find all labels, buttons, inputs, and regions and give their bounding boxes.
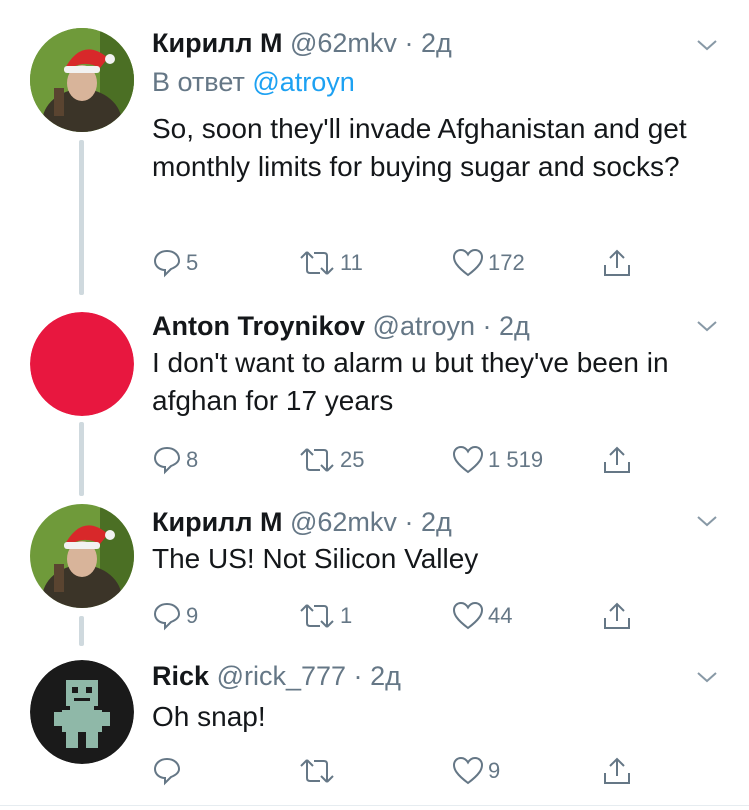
chevron-down-icon[interactable] [695,665,719,689]
retweet-button[interactable]: 11 [298,246,363,280]
share-icon [604,446,630,473]
timestamp[interactable]: 2д [421,507,452,537]
chevron-down-icon[interactable] [695,33,719,57]
chevron-down-icon[interactable] [695,509,719,533]
display-name[interactable]: Кирилл М [152,28,282,58]
like-count: 172 [488,250,525,275]
reply-mention-link[interactable]: @atroyn [252,67,354,97]
user-handle[interactable]: @62mkv [290,28,397,58]
like-button[interactable]: 172 [452,246,525,280]
timestamp[interactable]: 2д [499,311,530,341]
display-name[interactable]: Кирилл М [152,507,282,537]
retweet-icon [300,604,334,628]
retweet-count: 1 [340,603,353,628]
separator-dot: · [353,661,363,691]
tweet-header: Кирилл М @62mkv · 2д [152,27,452,59]
like-button[interactable]: 1 519 [452,443,543,477]
tweet-header: Rick @rick_777 · 2д [152,660,401,692]
retweet-button[interactable]: 1 [298,599,352,633]
heart-icon [452,756,484,785]
bottom-divider [0,805,749,806]
timestamp[interactable]: 2д [421,28,452,58]
reply-button[interactable]: 9 [152,599,198,633]
tweet-actions: 8 25 1 519 [152,443,652,477]
heart-icon [452,601,484,630]
timestamp[interactable]: 2д [370,661,401,691]
tweet[interactable]: Rick @rick_777 · 2д Oh snap! 9 [0,650,749,805]
tweet[interactable]: Кирилл М @62mkv · 2д The US! Not Silicon… [0,496,749,650]
thread-line [79,422,84,496]
thread-line [79,616,84,646]
tweet-text: Oh snap! [152,701,266,732]
reply-context: В ответ @atroyn [152,66,355,98]
share-button[interactable] [602,443,632,477]
tweet-actions: 9 [152,754,652,788]
share-icon [604,249,630,276]
reply-count: 8 [186,447,199,472]
avatar[interactable] [30,312,134,416]
reply-icon [153,446,181,475]
separator-dot: · [482,311,492,341]
retweet-button[interactable] [298,754,340,788]
user-handle[interactable]: @rick_777 [217,661,346,691]
avatar[interactable] [30,660,134,764]
thread-line [79,140,84,295]
retweet-icon [300,251,334,275]
tweet-header: Кирилл М @62mkv · 2д [152,506,452,538]
retweet-button[interactable]: 25 [298,443,364,477]
reply-prefix: В ответ [152,67,245,97]
retweet-count: 25 [340,447,365,472]
tweet-text: I don't want to alarm u but they've been… [152,347,669,416]
reply-icon [153,602,181,631]
tweet-actions: 9 1 44 [152,599,652,633]
tweet[interactable]: Anton Troynikov @atroyn · 2д I don't wan… [0,300,749,496]
heart-icon [452,445,484,474]
separator-dot: · [404,507,414,537]
avatar[interactable] [30,504,134,608]
user-handle[interactable]: @atroyn [373,311,475,341]
share-button[interactable] [602,599,632,633]
reply-count: 9 [186,603,199,628]
tweet-header: Anton Troynikov @atroyn · 2д [152,310,530,342]
reply-button[interactable]: 8 [152,443,198,477]
tweet[interactable]: Кирилл М @62mkv · 2д В ответ @atroyn So,… [0,0,749,300]
share-button[interactable] [602,246,632,280]
retweet-icon [300,759,334,783]
retweet-count: 11 [340,250,363,275]
tweet-text: The US! Not Silicon Valley [152,543,479,574]
share-icon [604,757,630,784]
reply-button[interactable]: 5 [152,246,198,280]
avatar[interactable] [30,28,134,132]
like-count: 1 519 [488,447,544,472]
like-button[interactable]: 9 [452,754,500,788]
retweet-icon [300,448,334,472]
display-name[interactable]: Anton Troynikov [152,311,365,341]
reply-icon [153,249,181,278]
display-name[interactable]: Rick [152,661,209,691]
tweet-text: So, soon they'll invade Afghanistan and … [152,113,687,182]
chevron-down-icon[interactable] [695,314,719,338]
like-count: 44 [488,603,513,628]
heart-icon [452,248,484,277]
reply-icon [153,757,181,786]
user-handle[interactable]: @62mkv [290,507,397,537]
tweet-actions: 5 11 172 [152,246,652,280]
reply-count: 5 [186,250,199,275]
separator-dot: · [404,28,414,58]
share-icon [604,602,630,629]
like-count: 9 [488,758,501,783]
share-button[interactable] [602,754,632,788]
like-button[interactable]: 44 [452,599,512,633]
reply-button[interactable] [152,754,186,788]
